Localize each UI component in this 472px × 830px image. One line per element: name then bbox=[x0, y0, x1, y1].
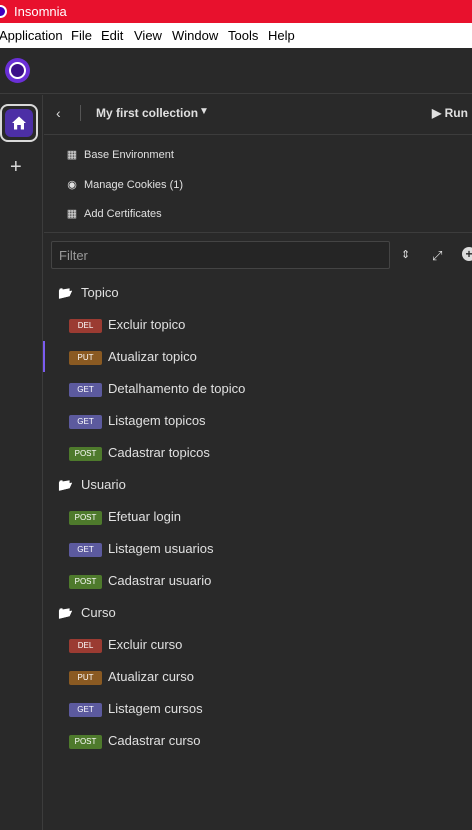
menu-bar: Application File Edit View Window Tools … bbox=[0, 23, 472, 48]
method-badge: POST bbox=[69, 735, 102, 749]
link-label: Manage Cookies (1) bbox=[84, 179, 184, 191]
link-label: Base Environment bbox=[84, 149, 174, 161]
request-name: Detalhamento de topico bbox=[108, 381, 246, 396]
method-badge: DEL bbox=[69, 319, 102, 333]
menu-help[interactable]: Help bbox=[268, 28, 295, 43]
insomnia-logo-icon[interactable] bbox=[5, 58, 30, 83]
top-bar bbox=[0, 48, 472, 94]
expand-icon[interactable]: ⤢ bbox=[432, 248, 442, 264]
request-item[interactable]: PUT Atualizar curso bbox=[69, 669, 194, 685]
document-icon: ▦ bbox=[66, 149, 78, 161]
add-request-icon[interactable]: + bbox=[462, 247, 472, 261]
left-rail: + bbox=[0, 95, 43, 830]
request-item[interactable]: DEL Excluir curso bbox=[69, 637, 182, 653]
request-name: Cadastrar curso bbox=[108, 733, 201, 748]
folder-usuario[interactable]: 📂 Usuario bbox=[58, 477, 126, 492]
back-chevron-icon[interactable]: ‹ bbox=[56, 105, 61, 121]
folder-label: Topico bbox=[81, 285, 119, 300]
collection-title[interactable]: My first collection bbox=[96, 106, 198, 120]
request-item[interactable]: DEL Excluir topico bbox=[69, 317, 185, 333]
request-item[interactable]: POST Cadastrar curso bbox=[69, 733, 200, 749]
method-badge: PUT bbox=[69, 351, 102, 365]
run-button[interactable]: ▶ Run bbox=[432, 106, 468, 120]
folder-open-icon: 📂 bbox=[58, 606, 73, 620]
sort-icon[interactable]: ⇕ bbox=[401, 248, 410, 261]
request-name: Cadastrar usuario bbox=[108, 573, 212, 588]
divider bbox=[80, 105, 81, 121]
manage-cookies-link[interactable]: ◉ Manage Cookies (1) bbox=[66, 178, 183, 191]
method-badge: GET bbox=[69, 415, 102, 429]
request-name: Listagem topicos bbox=[108, 413, 206, 428]
request-item[interactable]: POST Cadastrar usuario bbox=[69, 573, 211, 589]
link-label: Add Certificates bbox=[84, 208, 162, 220]
filter-input[interactable]: Filter bbox=[51, 241, 390, 269]
request-item[interactable]: POST Cadastrar topicos bbox=[69, 445, 210, 461]
home-icon bbox=[12, 116, 26, 130]
window-title: Insomnia bbox=[14, 4, 67, 19]
method-badge: GET bbox=[69, 703, 102, 717]
menu-view[interactable]: View bbox=[134, 28, 162, 43]
method-badge: GET bbox=[69, 543, 102, 557]
menu-file[interactable]: File bbox=[71, 28, 92, 43]
request-name: Excluir topico bbox=[108, 317, 186, 332]
collection-links: ▦ Base Environment ◉ Manage Cookies (1) ▦ A… bbox=[44, 136, 472, 233]
title-bar: Insomnia bbox=[0, 0, 472, 23]
cookie-icon: ◉ bbox=[67, 179, 77, 191]
folder-open-icon: 📂 bbox=[58, 478, 73, 492]
request-name: Efetuar login bbox=[108, 509, 181, 524]
home-button[interactable] bbox=[0, 104, 38, 142]
method-badge: POST bbox=[69, 575, 102, 589]
request-name: Atualizar topico bbox=[108, 349, 197, 364]
request-item[interactable]: GET Listagem usuarios bbox=[69, 541, 214, 557]
base-environment-link[interactable]: ▦ Base Environment bbox=[66, 148, 174, 161]
collection-header: ‹ My first collection ▼ ▶ Run bbox=[44, 95, 472, 135]
request-name: Listagem usuarios bbox=[108, 541, 214, 556]
run-label: Run bbox=[444, 106, 468, 120]
method-badge: DEL bbox=[69, 639, 102, 653]
request-name: Listagem cursos bbox=[108, 701, 203, 716]
menu-application[interactable]: Application bbox=[0, 28, 63, 43]
request-item[interactable]: PUT Atualizar topico bbox=[69, 349, 197, 365]
menu-edit[interactable]: Edit bbox=[101, 28, 123, 43]
folder-open-icon: 📂 bbox=[58, 286, 73, 300]
method-badge: PUT bbox=[69, 671, 102, 685]
insomnia-app-icon bbox=[0, 5, 7, 18]
request-item[interactable]: POST Efetuar login bbox=[69, 509, 181, 525]
active-indicator bbox=[43, 341, 45, 372]
add-certificates-link[interactable]: ▦ Add Certificates bbox=[66, 207, 162, 220]
request-item[interactable]: GET Detalhamento de topico bbox=[69, 381, 245, 397]
request-item[interactable]: GET Listagem topicos bbox=[69, 413, 206, 429]
folder-label: Usuario bbox=[81, 477, 126, 492]
menu-window[interactable]: Window bbox=[172, 28, 218, 43]
folder-label: Curso bbox=[81, 605, 116, 620]
request-name: Excluir curso bbox=[108, 637, 183, 652]
caret-down-icon[interactable]: ▼ bbox=[199, 106, 209, 117]
method-badge: GET bbox=[69, 383, 102, 397]
play-icon: ▶ bbox=[432, 106, 442, 120]
certificate-icon: ▦ bbox=[66, 208, 78, 220]
request-name: Cadastrar topicos bbox=[108, 445, 210, 460]
folder-topico[interactable]: 📂 Topico bbox=[58, 285, 119, 300]
method-badge: POST bbox=[69, 511, 102, 525]
request-name: Atualizar curso bbox=[108, 669, 194, 684]
folder-curso[interactable]: 📂 Curso bbox=[58, 605, 116, 620]
menu-tools[interactable]: Tools bbox=[228, 28, 258, 43]
request-item[interactable]: GET Listagem cursos bbox=[69, 701, 203, 717]
method-badge: POST bbox=[69, 447, 102, 461]
add-workspace-icon[interactable]: + bbox=[10, 157, 22, 177]
